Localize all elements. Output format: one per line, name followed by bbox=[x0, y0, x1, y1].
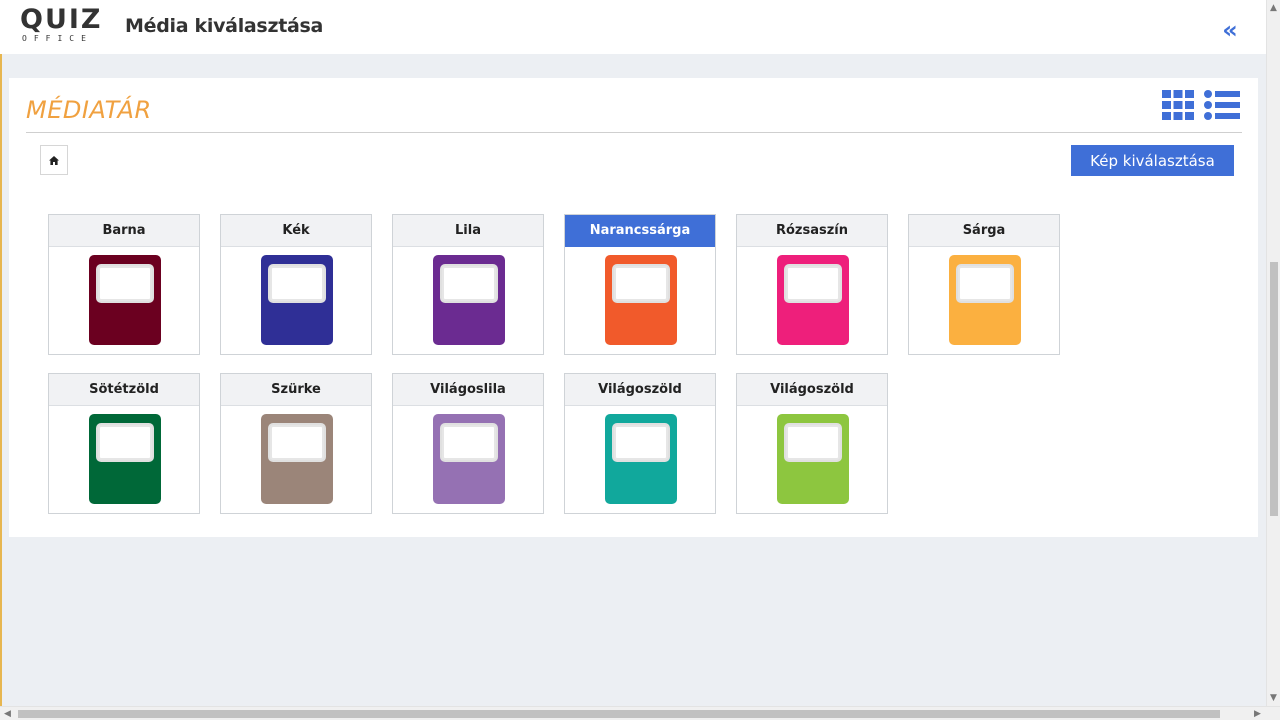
folder-icon bbox=[777, 255, 849, 345]
media-library-panel: MÉDIATÁR Kép kiválasztása Barna Kék Lila Na… bbox=[9, 78, 1258, 537]
folder-label: Sárga bbox=[909, 215, 1059, 247]
list-view-button[interactable] bbox=[1204, 90, 1240, 120]
folder-icon bbox=[949, 255, 1021, 345]
title-divider bbox=[26, 132, 1242, 133]
folder-icon-label-area bbox=[784, 264, 842, 303]
folder-icon-label-area bbox=[956, 264, 1014, 303]
folder-icon-label-area bbox=[612, 423, 670, 462]
folder-icon bbox=[261, 414, 333, 504]
folder-card[interactable]: Szürke bbox=[220, 373, 372, 514]
folder-icon-label-area bbox=[96, 423, 154, 462]
vertical-scroll-thumb[interactable] bbox=[1270, 262, 1278, 516]
home-icon bbox=[49, 155, 59, 165]
folder-card[interactable]: Világoszöld bbox=[564, 373, 716, 514]
folder-card[interactable]: Lila bbox=[392, 214, 544, 355]
folder-icon bbox=[605, 255, 677, 345]
list-view-icon bbox=[1204, 90, 1240, 120]
folder-icon bbox=[89, 414, 161, 504]
grid-view-icon bbox=[1162, 90, 1194, 120]
folder-card[interactable]: Rózsaszín bbox=[736, 214, 888, 355]
collapse-panel-button[interactable]: « bbox=[1219, 16, 1241, 44]
double-chevron-left-icon: « bbox=[1222, 16, 1238, 44]
scroll-up-icon[interactable]: ▲ bbox=[1270, 2, 1277, 14]
left-accent-edge bbox=[0, 54, 2, 706]
scroll-left-icon[interactable]: ◀ bbox=[4, 708, 11, 720]
folder-icon bbox=[433, 255, 505, 345]
grid-view-button[interactable] bbox=[1162, 90, 1194, 120]
quiz-office-logo[interactable]: QUIZ OFFICE bbox=[20, 6, 104, 44]
folder-icon-label-area bbox=[96, 264, 154, 303]
top-header: QUIZ OFFICE Média kiválasztása « bbox=[0, 0, 1266, 54]
folder-icon-label-area bbox=[440, 264, 498, 303]
scroll-right-icon[interactable]: ▶ bbox=[1254, 708, 1261, 720]
folder-card[interactable]: Világoslila bbox=[392, 373, 544, 514]
folder-icon-label-area bbox=[268, 264, 326, 303]
folder-icon-label-area bbox=[440, 423, 498, 462]
folder-label: Világoszöld bbox=[737, 374, 887, 406]
vertical-scrollbar[interactable]: ▲ ▼ bbox=[1266, 0, 1280, 706]
horizontal-scrollbar[interactable]: ◀ ▶ bbox=[0, 706, 1280, 720]
folder-card[interactable]: Világoszöld bbox=[736, 373, 888, 514]
folder-label: Narancssárga bbox=[565, 215, 715, 247]
folder-card[interactable]: Narancssárga bbox=[564, 214, 716, 355]
logo-text: QUIZ bbox=[20, 4, 103, 35]
folder-card[interactable]: Barna bbox=[48, 214, 200, 355]
horizontal-scroll-thumb[interactable] bbox=[18, 710, 1220, 718]
folder-label: Sötétzöld bbox=[49, 374, 199, 406]
logo-subtext: OFFICE bbox=[22, 34, 93, 43]
folder-card[interactable]: Sárga bbox=[908, 214, 1060, 355]
folder-card[interactable]: Kék bbox=[220, 214, 372, 355]
folder-card[interactable]: Sötétzöld bbox=[48, 373, 200, 514]
folder-icon-label-area bbox=[784, 423, 842, 462]
home-button[interactable] bbox=[40, 145, 68, 175]
page-title: Média kiválasztása bbox=[125, 15, 324, 37]
folder-icon bbox=[605, 414, 677, 504]
folder-icon bbox=[777, 414, 849, 504]
scroll-down-icon[interactable]: ▼ bbox=[1270, 692, 1277, 704]
folder-label: Szürke bbox=[221, 374, 371, 406]
folder-icon bbox=[89, 255, 161, 345]
folder-label: Világoszöld bbox=[565, 374, 715, 406]
media-library-title: MÉDIATÁR bbox=[26, 96, 152, 124]
folder-label: Kék bbox=[221, 215, 371, 247]
folder-icon-label-area bbox=[612, 264, 670, 303]
folder-icon-label-area bbox=[268, 423, 326, 462]
folder-label: Világoslila bbox=[393, 374, 543, 406]
folder-icon bbox=[261, 255, 333, 345]
folder-label: Barna bbox=[49, 215, 199, 247]
select-image-button[interactable]: Kép kiválasztása bbox=[1071, 145, 1234, 176]
folder-label: Rózsaszín bbox=[737, 215, 887, 247]
folder-label: Lila bbox=[393, 215, 543, 247]
folder-icon bbox=[433, 414, 505, 504]
